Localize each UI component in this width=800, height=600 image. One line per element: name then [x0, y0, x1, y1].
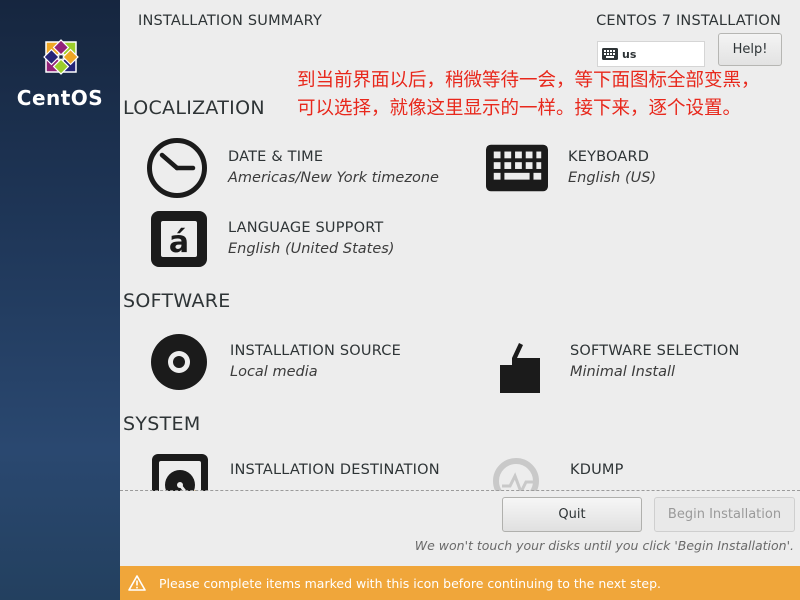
harddisk-icon [148, 454, 210, 491]
centos-logo-icon [43, 39, 79, 75]
sidebar: CentOS [0, 0, 120, 600]
spoke-software-selection[interactable]: SOFTWARE SELECTION Minimal Install [488, 331, 740, 393]
annotation-text: 到当前界面以后，稍微等待一会，等下面图标全部变黑，可以选择，就像这里显示的一样。… [297, 70, 760, 119]
page-title: INSTALLATION SUMMARY [138, 13, 323, 29]
spoke-title: INSTALLATION DESTINATION [230, 462, 440, 478]
spoke-kdump[interactable]: KDUMP [488, 454, 624, 491]
language-icon: á [146, 208, 208, 270]
spoke-status: Local media [230, 364, 318, 380]
system-scroll-area: INSTALLATION DESTINATION KDUMP [120, 440, 800, 491]
section-heading-system: SYSTEM [123, 413, 201, 435]
spoke-installation-destination[interactable]: INSTALLATION DESTINATION [148, 454, 440, 491]
product-title: CENTOS 7 INSTALLATION [596, 13, 781, 29]
warning-bar: Please complete items marked with this i… [120, 566, 800, 600]
warning-text: Please complete items marked with this i… [159, 575, 662, 591]
quit-button[interactable]: Quit [502, 497, 642, 532]
keyboard-layout-label: us [622, 47, 637, 61]
disk-note: We won't touch your disks until you clic… [414, 538, 794, 553]
warning-icon [128, 575, 146, 591]
spoke-title: KEYBOARD [568, 149, 650, 165]
svg-text:á: á [169, 225, 189, 260]
package-icon [488, 331, 550, 393]
spoke-title: KDUMP [570, 462, 624, 478]
keyboard-icon [486, 137, 548, 199]
brand-name: CentOS [16, 86, 104, 110]
section-heading-software: SOFTWARE [123, 290, 231, 312]
clock-icon [146, 137, 208, 199]
spoke-language-support[interactable]: á LANGUAGE SUPPORT English (United State… [146, 208, 394, 270]
spoke-date-time[interactable]: DATE & TIME Americas/New York timezone [146, 137, 439, 199]
spoke-installation-source[interactable]: INSTALLATION SOURCE Local media [148, 331, 401, 393]
disc-icon [148, 331, 210, 393]
spoke-title: INSTALLATION SOURCE [230, 343, 401, 359]
section-heading-localization: LOCALIZATION [123, 97, 265, 119]
begin-installation-button[interactable]: Begin Installation [654, 497, 795, 532]
spoke-status: English (US) [568, 170, 657, 186]
scroll-divider [120, 490, 800, 491]
spoke-status: Americas/New York timezone [228, 170, 439, 186]
help-button[interactable]: Help! [718, 33, 782, 66]
spoke-title: LANGUAGE SUPPORT [228, 220, 384, 236]
spoke-status: Minimal Install [570, 364, 676, 380]
keyboard-icon [602, 48, 618, 60]
spoke-status: English (United States) [228, 241, 395, 257]
keyboard-layout-indicator[interactable]: us [597, 41, 705, 67]
kdump-icon [488, 454, 550, 491]
spoke-title: DATE & TIME [228, 149, 324, 165]
spoke-title: SOFTWARE SELECTION [570, 343, 740, 359]
spoke-keyboard[interactable]: KEYBOARD English (US) [486, 137, 656, 199]
